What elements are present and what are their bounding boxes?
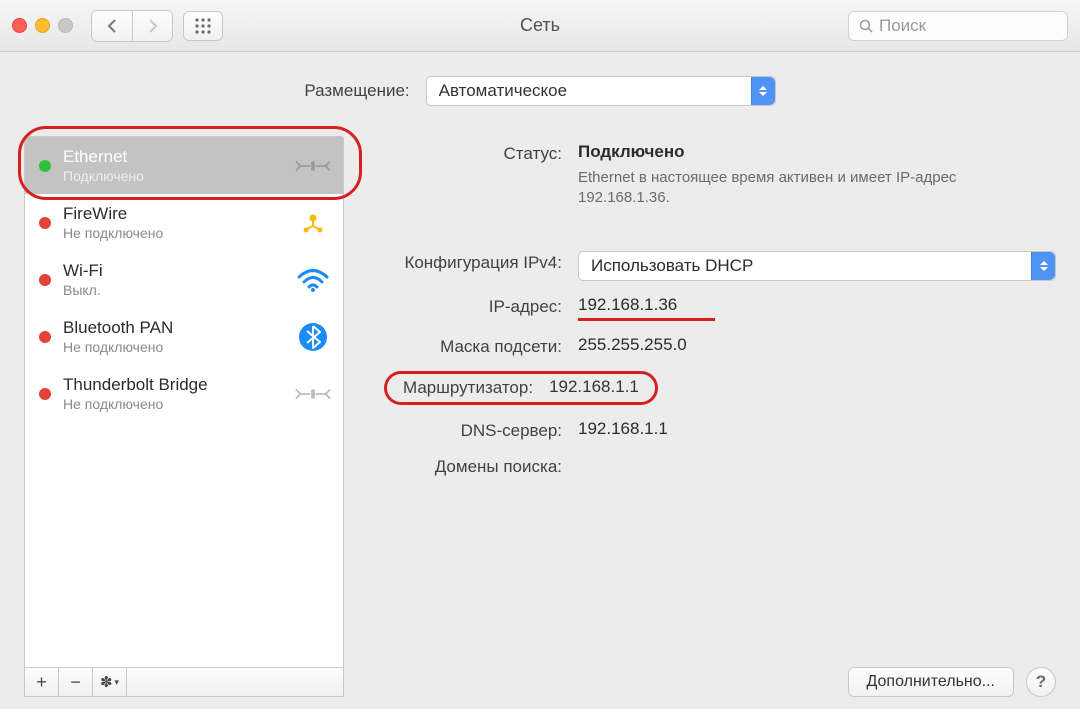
dns-label: DNS-сервер:	[372, 419, 562, 441]
status-dot-icon	[39, 274, 51, 286]
router-row: Маршрутизатор: 192.168.1.1	[398, 371, 1056, 405]
firewire-icon	[295, 205, 331, 241]
connection-name: FireWire	[63, 204, 283, 224]
connection-item-wifi[interactable]: Wi-Fi Выкл.	[25, 251, 343, 308]
connection-item-ethernet[interactable]: Ethernet Подключено	[25, 137, 343, 194]
advanced-button[interactable]: Дополнительно...	[848, 667, 1015, 697]
ip-label: IP-адрес:	[372, 295, 562, 317]
search-domains-label: Домены поиска:	[372, 455, 562, 477]
minimize-window-button[interactable]	[35, 18, 50, 33]
main-area: Ethernet Подключено FireWire Не подключе…	[24, 136, 1056, 697]
content-area: Размещение: Автоматическое Ethernet Подк…	[0, 52, 1080, 709]
router-annotation: Маршрутизатор: 192.168.1.1	[384, 371, 658, 405]
location-value: Автоматическое	[439, 81, 567, 101]
connection-actions-button[interactable]: ✽▾	[93, 668, 127, 696]
connection-status: Не подключено	[63, 225, 283, 241]
connection-item-thunderbolt[interactable]: Thunderbolt Bridge Не подключено	[25, 365, 343, 422]
search-icon	[859, 19, 873, 33]
ip-row: IP-адрес: 192.168.1.36	[372, 295, 1056, 321]
help-button[interactable]: ?	[1026, 667, 1056, 697]
bluetooth-icon	[295, 319, 331, 355]
dns-row: DNS-сервер: 192.168.1.1	[372, 419, 1056, 441]
status-dot-icon	[39, 217, 51, 229]
back-button[interactable]	[92, 11, 132, 41]
mask-label: Маска подсети:	[372, 335, 562, 357]
ipv4-config-label: Конфигурация IPv4:	[372, 251, 562, 273]
status-dot-icon	[39, 388, 51, 400]
wifi-icon	[295, 262, 331, 298]
close-window-button[interactable]	[12, 18, 27, 33]
connection-item-bluetooth[interactable]: Bluetooth PAN Не подключено	[25, 308, 343, 365]
forward-button[interactable]	[132, 11, 172, 41]
ipv4-config-row: Конфигурация IPv4: Использовать DHCP	[372, 251, 1056, 281]
sidebar-footer: + − ✽▾	[24, 668, 344, 697]
titlebar: Сеть Поиск	[0, 0, 1080, 52]
window-title: Сеть	[520, 15, 560, 36]
connection-name: Bluetooth PAN	[63, 318, 283, 338]
search-placeholder: Поиск	[879, 16, 926, 36]
connection-list: Ethernet Подключено FireWire Не подключе…	[24, 136, 344, 668]
ip-value: 192.168.1.36	[578, 295, 677, 314]
status-label: Статус:	[372, 142, 562, 164]
status-dot-icon	[39, 160, 51, 172]
connection-status: Не подключено	[63, 339, 283, 355]
connection-name: Wi-Fi	[63, 261, 283, 281]
ipv4-config-value: Использовать DHCP	[591, 256, 753, 276]
connection-name: Thunderbolt Bridge	[63, 375, 283, 395]
router-label: Маршрутизатор:	[403, 376, 533, 398]
chevron-right-icon	[147, 19, 158, 33]
connection-status: Не подключено	[63, 396, 283, 412]
dns-value: 192.168.1.1	[578, 419, 1056, 439]
status-subtext: Ethernet в настоящее время активен и име…	[578, 168, 958, 209]
ipv4-config-select[interactable]: Использовать DHCP	[578, 251, 1056, 281]
chevron-left-icon	[107, 19, 118, 33]
grid-icon	[194, 17, 212, 35]
status-dot-icon	[39, 331, 51, 343]
show-all-button[interactable]	[183, 11, 223, 41]
connection-status: Подключено	[63, 168, 283, 184]
window-controls	[12, 18, 73, 33]
add-connection-button[interactable]: +	[25, 668, 59, 696]
connection-sidebar: Ethernet Подключено FireWire Не подключе…	[24, 136, 344, 697]
search-field[interactable]: Поиск	[848, 11, 1068, 41]
router-value: 192.168.1.1	[549, 377, 639, 397]
select-arrows-icon	[751, 77, 775, 105]
location-row: Размещение: Автоматическое	[24, 76, 1056, 106]
remove-connection-button[interactable]: −	[59, 668, 93, 696]
connection-item-firewire[interactable]: FireWire Не подключено	[25, 194, 343, 251]
nav-buttons	[91, 10, 173, 42]
search-domains-row: Домены поиска:	[372, 455, 1056, 477]
mask-value: 255.255.255.0	[578, 335, 1056, 355]
zoom-window-button[interactable]	[58, 18, 73, 33]
network-prefs-window: Сеть Поиск Размещение: Автоматическое	[0, 0, 1080, 709]
location-select[interactable]: Автоматическое	[426, 76, 776, 106]
status-row: Статус: Подключено Ethernet в настоящее …	[372, 142, 1056, 209]
connection-status: Выкл.	[63, 282, 283, 298]
select-arrows-icon	[1031, 252, 1055, 280]
chevron-down-icon: ▾	[115, 677, 120, 688]
mask-row: Маска подсети: 255.255.255.0	[372, 335, 1056, 357]
location-label: Размещение:	[304, 81, 409, 101]
gear-icon: ✽	[100, 673, 113, 691]
ethernet-icon	[295, 148, 331, 184]
connection-name: Ethernet	[63, 147, 283, 167]
detail-bottom-bar: Дополнительно... ?	[372, 659, 1056, 697]
connection-detail: Статус: Подключено Ethernet в настоящее …	[372, 136, 1056, 697]
thunderbolt-icon	[295, 376, 331, 412]
status-value: Подключено	[578, 142, 1056, 162]
